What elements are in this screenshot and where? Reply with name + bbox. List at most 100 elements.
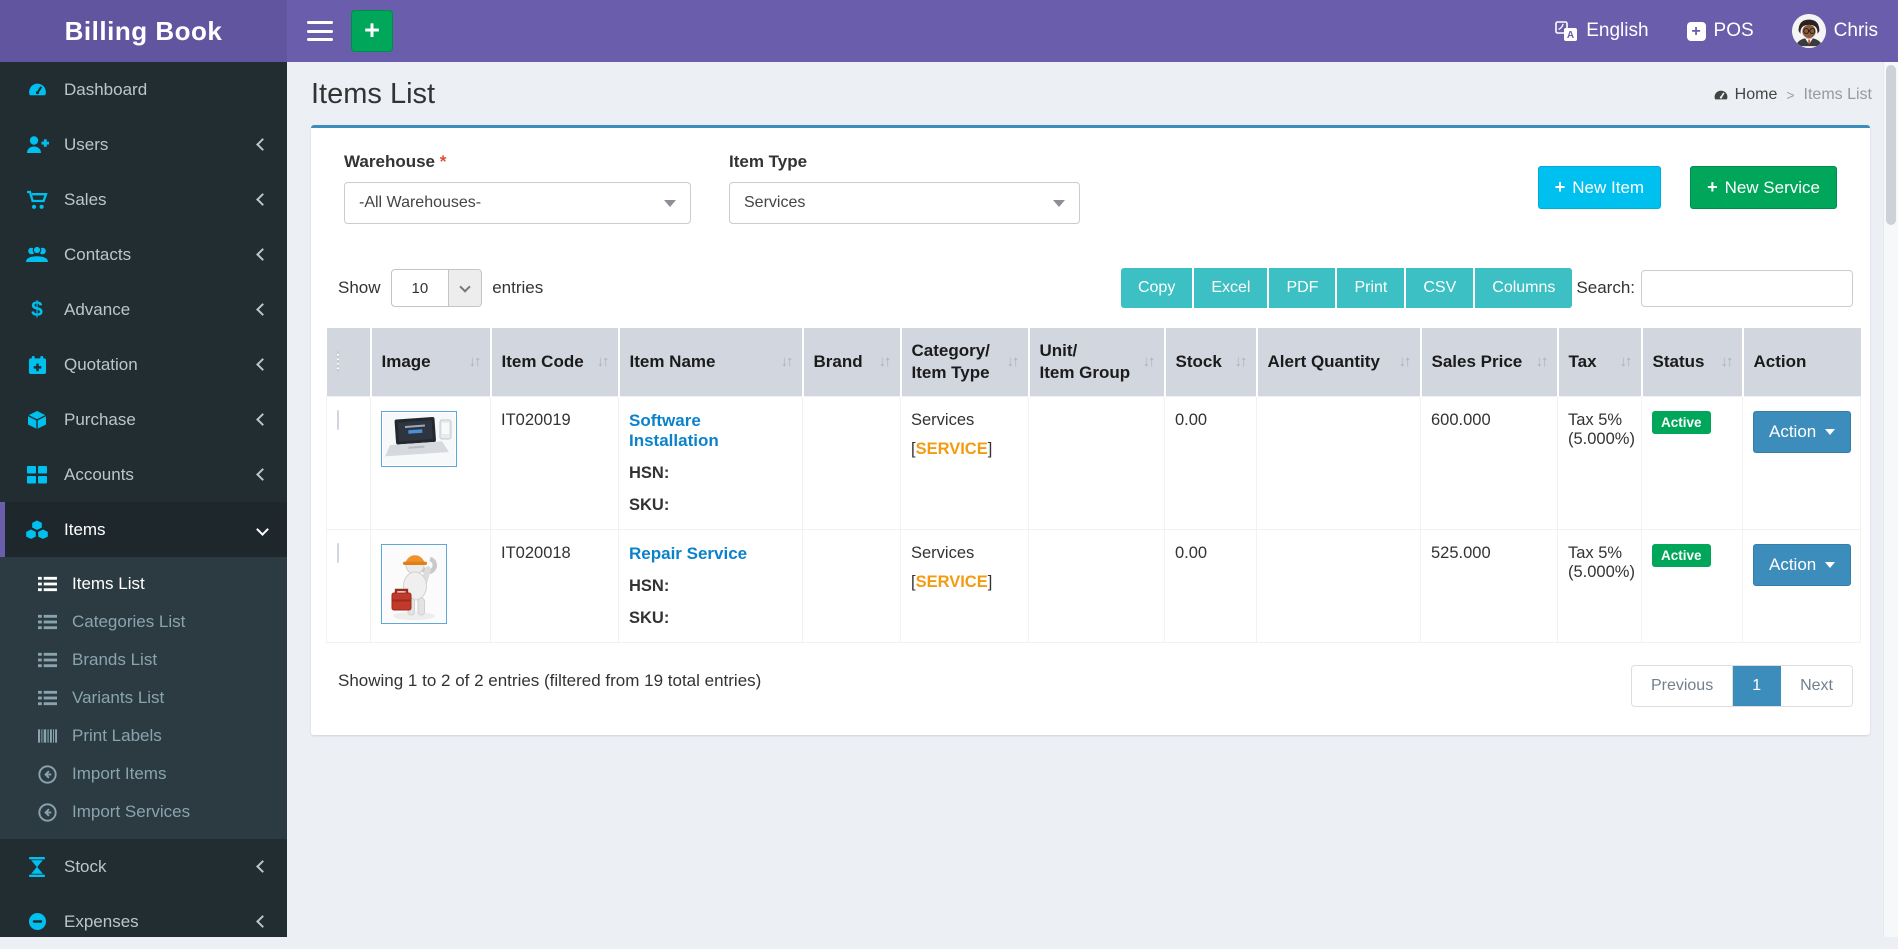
scrollbar[interactable] [1883,62,1898,937]
sidebar-item-items-list[interactable]: Items List [0,565,287,603]
item-type-select-value: Services [744,194,805,212]
language-icon: A [1555,21,1578,42]
item-image-laptop[interactable] [381,411,457,467]
sidebar-item-purchase[interactable]: Purchase [0,392,287,447]
new-item-button[interactable]: + New Item [1538,166,1661,209]
sidebar-item-label: Advance [64,300,130,320]
chevron-left-icon [256,303,269,316]
user-menu[interactable]: Chris [1792,14,1878,48]
quick-add-button[interactable]: + [351,10,393,52]
user-name: Chris [1834,20,1878,42]
sidebar-item-print-labels[interactable]: Print Labels [0,717,287,755]
page-length-select[interactable]: 10 [391,269,483,307]
sort-icon[interactable] [1007,353,1018,370]
arrow-circle-left-icon [34,803,60,822]
category-value: Services [911,411,974,429]
sidebar-item-brands-list[interactable]: Brands List [0,641,287,679]
table-search-input[interactable] [1641,270,1853,307]
pagination-page-1[interactable]: 1 [1733,666,1781,706]
breadcrumb-home[interactable]: Home [1713,86,1778,104]
sidebar-item-items[interactable]: Items [0,502,287,557]
sidebar-item-dashboard[interactable]: Dashboard [0,62,287,117]
minus-circle-icon [23,912,51,931]
sidebar-item-variants-list[interactable]: Variants List [0,679,287,717]
chevron-left-icon [256,413,269,426]
copy-button[interactable]: Copy [1121,268,1192,308]
action-dropdown-button[interactable]: Action [1753,544,1851,586]
scrollbar-thumb[interactable] [1886,65,1896,225]
sort-icon[interactable] [1721,353,1732,370]
select-all-checkbox[interactable] [337,351,339,372]
pdf-button[interactable]: PDF [1269,268,1335,308]
sidebar-item-label: Items List [72,574,145,594]
sidebar-item-import-items[interactable]: Import Items [0,755,287,793]
item-code: IT020018 [501,544,571,562]
columns-button[interactable]: Columns [1475,268,1572,308]
sales-price-value: 525.000 [1431,544,1491,562]
sort-icon[interactable] [469,353,480,370]
breadcrumb-separator: > [1786,87,1794,103]
sidebar-item-import-services[interactable]: Import Services [0,793,287,831]
warehouse-select[interactable]: -All Warehouses- [344,182,691,224]
cubes-icon [23,520,51,540]
excel-button[interactable]: Excel [1194,268,1267,308]
sort-icon[interactable] [1143,353,1154,370]
csv-button[interactable]: CSV [1406,268,1473,308]
sort-icon[interactable] [781,353,792,370]
column-unit[interactable]: Unit/ Item Group [1029,328,1165,396]
sidebar-toggle-button[interactable] [307,21,333,41]
sort-icon[interactable] [879,353,890,370]
sidebar-item-label: Contacts [64,245,131,265]
calendar-plus-icon [23,355,51,375]
item-type-select[interactable]: Services [729,182,1080,224]
warehouse-filter: Warehouse * -All Warehouses- [344,152,691,224]
item-name-link[interactable]: Software Installation [629,411,792,451]
sort-icon[interactable] [1536,353,1547,370]
new-service-button[interactable]: + New Service [1690,166,1837,209]
column-item-name[interactable]: Item Name [619,328,803,396]
sidebar-item-contacts[interactable]: Contacts [0,227,287,282]
table-row: IT020018 Repair Service HSN: SKU: Servic… [327,529,1861,642]
item-image-repair-service[interactable] [381,544,447,624]
item-name-link[interactable]: Repair Service [629,544,747,564]
language-menu[interactable]: A English [1555,20,1648,42]
sidebar-item-users[interactable]: Users [0,117,287,172]
chevron-down-icon [1825,562,1835,568]
sidebar-item-categories-list[interactable]: Categories List [0,603,287,641]
pos-button[interactable]: + POS [1687,20,1754,42]
column-brand[interactable]: Brand [803,328,901,396]
sort-icon[interactable] [1235,353,1246,370]
column-status[interactable]: Status [1642,328,1743,396]
column-sales-price[interactable]: Sales Price [1421,328,1558,396]
sort-icon[interactable] [597,353,608,370]
sort-icon[interactable] [1620,353,1631,370]
row-checkbox[interactable] [337,543,339,563]
action-dropdown-button[interactable]: Action [1753,411,1851,453]
stock-value: 0.00 [1175,411,1207,429]
pagination-next[interactable]: Next [1781,666,1852,706]
row-checkbox[interactable] [337,410,339,430]
stock-value: 0.00 [1175,544,1207,562]
app-logo[interactable]: Billing Book [0,0,287,62]
column-item-code[interactable]: Item Code [491,328,619,396]
sidebar: Dashboard Users Sales Contacts $ Advance [0,62,287,937]
sidebar-item-advance[interactable]: $ Advance [0,282,287,337]
pagination-previous[interactable]: Previous [1632,666,1733,706]
language-label: English [1586,20,1648,42]
sidebar-item-sales[interactable]: Sales [0,172,287,227]
sidebar-item-quotation[interactable]: Quotation [0,337,287,392]
column-alert-quantity[interactable]: Alert Quantity [1257,328,1421,396]
sidebar-item-stock[interactable]: Stock [0,839,287,894]
sort-icon[interactable] [1399,353,1410,370]
column-stock[interactable]: Stock [1165,328,1257,396]
sidebar-item-label: Print Labels [72,726,162,746]
column-image[interactable]: Image [371,328,491,396]
print-button[interactable]: Print [1337,268,1404,308]
sidebar-item-label: Users [64,135,108,155]
column-tax[interactable]: Tax [1558,328,1642,396]
sidebar-item-accounts[interactable]: Accounts [0,447,287,502]
column-category[interactable]: Category/ Item Type [901,328,1029,396]
sidebar-item-label: Dashboard [64,80,147,100]
sidebar-item-expenses[interactable]: Expenses [0,894,287,949]
hsn-label: HSN: [629,577,792,596]
